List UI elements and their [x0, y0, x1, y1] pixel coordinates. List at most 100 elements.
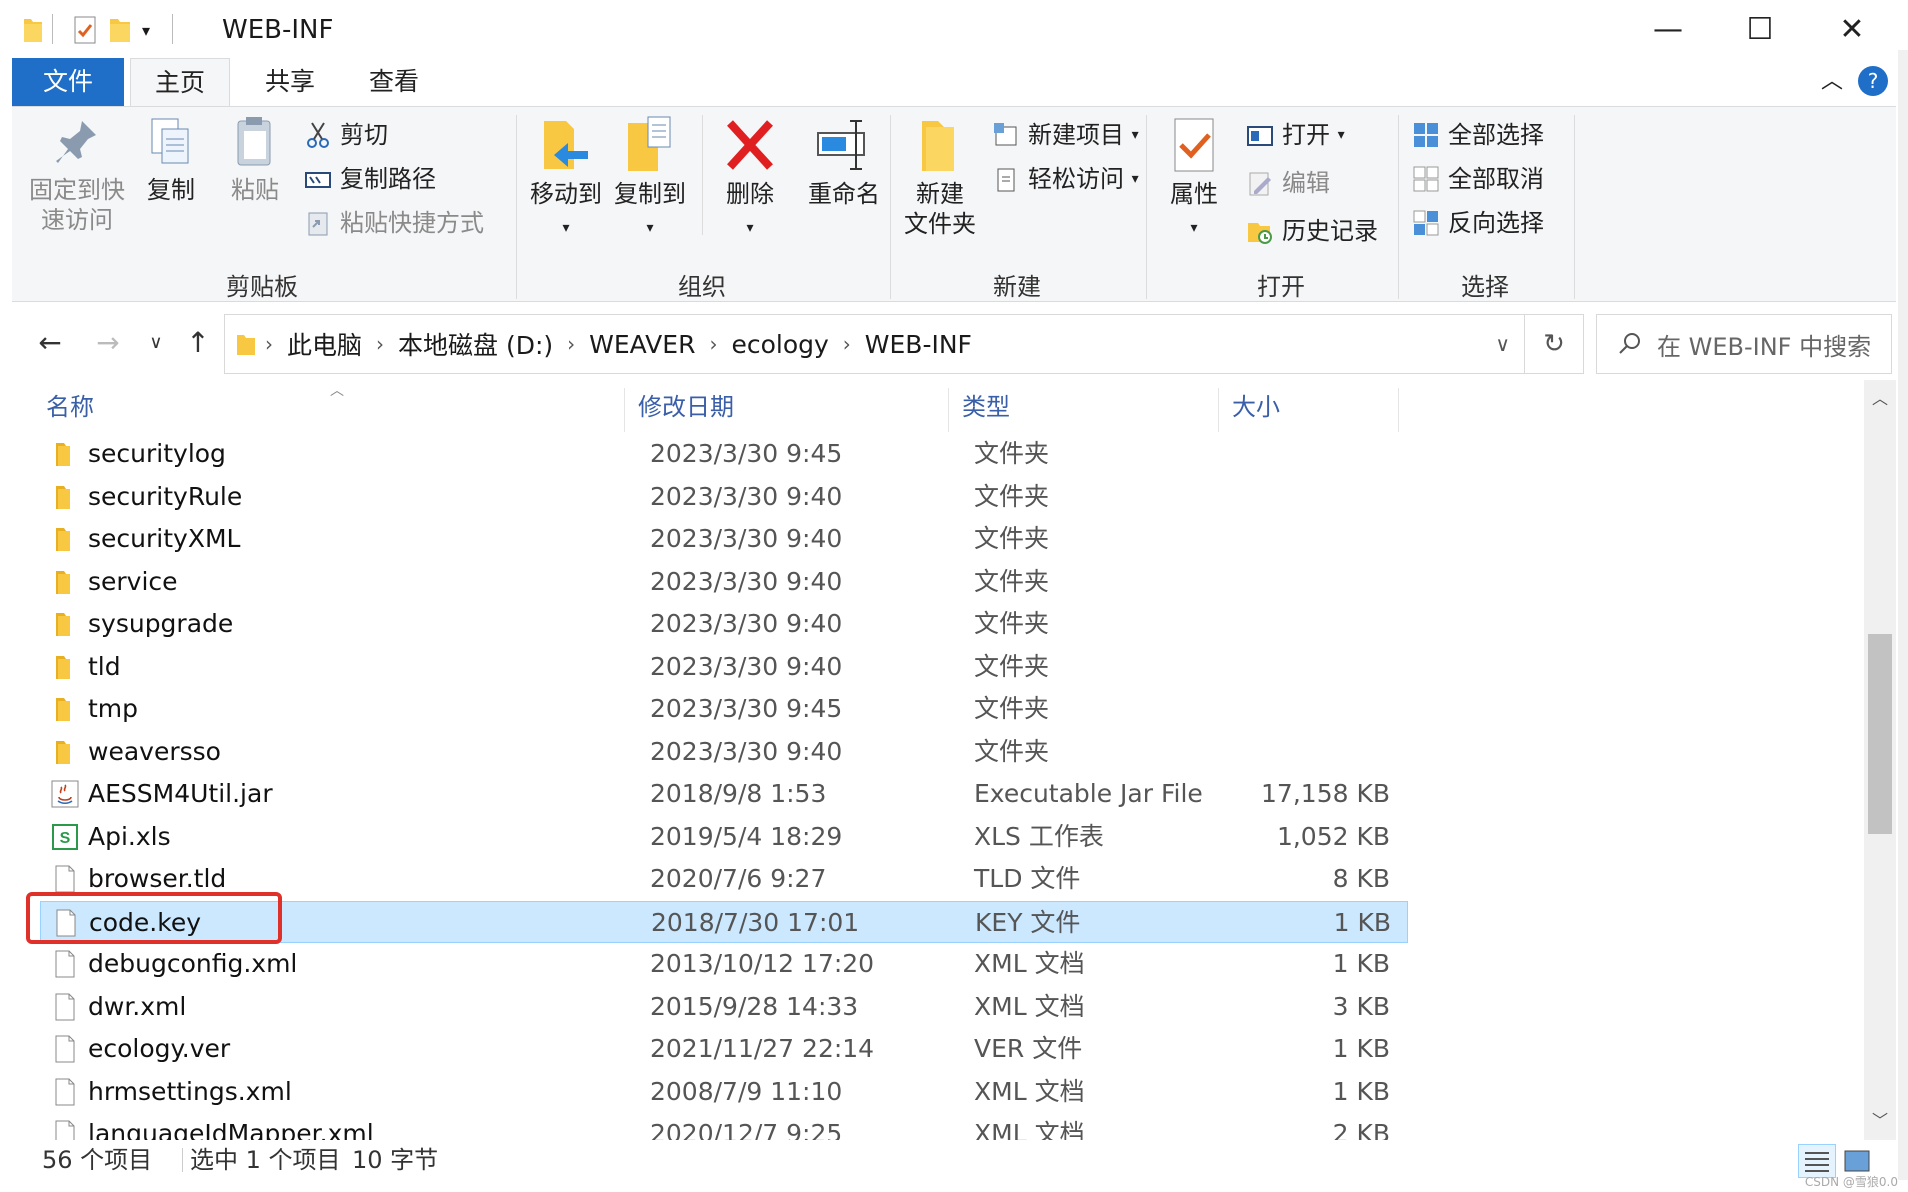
scroll-up-arrow-icon[interactable]: ︿: [1864, 384, 1896, 414]
file-row[interactable]: debugconfig.xml 2013/10/12 17:20 XML 文档 1 K…: [40, 943, 1408, 985]
folder-icon: [50, 609, 80, 639]
breadcrumb-web-inf[interactable]: WEB-INF: [865, 330, 972, 359]
collapse-ribbon-icon[interactable]: ︿: [1812, 58, 1852, 106]
file-row[interactable]: dwr.xml 2015/9/28 14:33 XML 文档 3 KB: [40, 986, 1408, 1028]
tab-view[interactable]: 查看: [344, 58, 444, 106]
breadcrumb-this-pc[interactable]: 此电脑: [287, 326, 362, 362]
file-name: dwr.xml: [88, 991, 187, 1021]
spreadsheet-file-icon: S: [50, 822, 80, 852]
recent-locations-dropdown[interactable]: ∨: [134, 320, 178, 364]
breadcrumb-ecology[interactable]: ecology: [731, 330, 828, 359]
file-name: securitylog: [88, 439, 226, 468]
address-history-dropdown-icon[interactable]: ∨: [1495, 332, 1510, 356]
file-type: Executable Jar File: [974, 779, 1203, 808]
search-placeholder: 在 WEB-INF 中搜索: [1657, 332, 1872, 361]
open-icon: [1247, 126, 1273, 146]
minimize-button[interactable]: —: [1622, 0, 1714, 58]
new-folder-button[interactable]: 新建 文件夹: [896, 115, 984, 239]
file-row[interactable]: AESSM4Util.jar 2018/9/8 1:53 Executable Ja…: [40, 773, 1408, 815]
file-type: 文件夹: [974, 651, 1050, 681]
scroll-down-arrow-icon[interactable]: ﹀: [1864, 1106, 1896, 1136]
file-type: XML 文档: [974, 991, 1085, 1021]
column-size[interactable]: 大小: [1220, 380, 1398, 434]
paste-icon: [237, 117, 271, 166]
file-type: 文件夹: [974, 439, 1050, 468]
select-all-button[interactable]: 全部选择: [1412, 117, 1544, 153]
file-row[interactable]: tld 2023/3/30 9:40 文件夹: [40, 646, 1408, 688]
file-row[interactable]: weaversso 2023/3/30 9:40 文件夹: [40, 731, 1408, 773]
help-icon[interactable]: ?: [1858, 66, 1888, 96]
maximize-button[interactable]: ☐: [1714, 0, 1806, 58]
pin-to-quick-access-button[interactable]: 固定到快 速访问: [24, 115, 130, 235]
file-row[interactable]: securityRule 2023/3/30 9:40 文件夹: [40, 476, 1408, 518]
column-name[interactable]: 名称: [34, 380, 628, 434]
tab-home[interactable]: 主页: [130, 58, 230, 107]
file-row[interactable]: ecology.ver 2021/11/27 22:14 VER 文件 1 KB: [40, 1028, 1408, 1070]
breadcrumb-drive-d[interactable]: 本地磁盘 (D:): [398, 326, 553, 362]
paste-button[interactable]: 粘贴: [222, 115, 288, 205]
column-date[interactable]: 修改日期: [626, 380, 946, 434]
copy-path-button[interactable]: 复制路径: [304, 161, 436, 197]
breadcrumb-weaver[interactable]: WEAVER: [589, 330, 695, 359]
move-to-button[interactable]: 移动到 ▾: [524, 115, 608, 243]
properties-icon: [1174, 118, 1214, 172]
back-button[interactable]: ←: [28, 320, 72, 364]
file-row[interactable]: securitylog 2023/3/30 9:45 文件夹: [40, 433, 1408, 475]
copy-to-button[interactable]: 复制到 ▾: [608, 115, 692, 243]
search-box[interactable]: 在 WEB-INF 中搜索: [1596, 314, 1892, 374]
file-name: securityXML: [88, 524, 241, 553]
close-button[interactable]: ✕: [1806, 0, 1898, 58]
file-type: 文件夹: [974, 566, 1050, 596]
properties-button[interactable]: 属性 ▾: [1156, 115, 1232, 243]
item-count: 56 个项目: [42, 1146, 153, 1174]
edit-button[interactable]: 编辑: [1246, 165, 1330, 201]
file-row[interactable]: languageIdMapper.xml 2020/12/7 9:25 XML 文档…: [40, 1113, 1408, 1140]
quick-access-dropdown-icon[interactable]: ▾: [142, 12, 150, 48]
file-row[interactable]: sysupgrade 2023/3/30 9:40 文件夹: [40, 603, 1408, 645]
properties-quick-icon[interactable]: [72, 12, 98, 48]
select-all-icon: [1414, 123, 1438, 147]
column-type[interactable]: 类型: [950, 380, 1216, 434]
up-button[interactable]: ↑: [176, 320, 220, 364]
file-row[interactable]: service 2023/3/30 9:40 文件夹: [40, 561, 1408, 603]
new-item-button[interactable]: 新建项目 ▾: [992, 117, 1139, 153]
file-name: securityRule: [88, 481, 243, 511]
rename-button[interactable]: 重命名: [792, 115, 896, 209]
forward-button[interactable]: →: [86, 320, 130, 364]
file-date: 2023/3/30 9:40: [650, 481, 843, 511]
new-folder-quick-icon[interactable]: [108, 12, 132, 48]
delete-button[interactable]: 删除 ▾: [712, 115, 788, 243]
file-row[interactable]: hrmsettings.xml 2008/7/9 11:10 XML 文档 1 KB: [40, 1071, 1408, 1113]
paste-shortcut-button[interactable]: 粘贴快捷方式: [304, 205, 484, 241]
pin-label-line1: 固定到快: [29, 176, 125, 204]
file-size: 1 KB: [1332, 1076, 1390, 1106]
selection-count: 选中 1 个项目: [190, 1146, 341, 1174]
refresh-button[interactable]: ↻: [1525, 329, 1583, 359]
invert-selection-button[interactable]: 反向选择: [1412, 205, 1544, 241]
open-button[interactable]: 打开 ▾: [1246, 117, 1345, 153]
easy-access-button[interactable]: 轻松访问 ▾: [992, 161, 1139, 197]
folder-icon: [22, 12, 44, 48]
file-date: 2020/12/7 9:25: [650, 1119, 843, 1140]
file-date: 2015/9/28 14:33: [650, 991, 859, 1021]
copy-button[interactable]: 复制: [138, 115, 204, 205]
file-date: 2023/3/30 9:40: [650, 566, 843, 596]
file-date: 2020/7/6 9:27: [650, 864, 827, 893]
vertical-scrollbar[interactable]: ︿ ﹀: [1864, 380, 1896, 1140]
file-size: 8 KB: [1332, 864, 1390, 893]
scrollbar-thumb[interactable]: [1868, 634, 1892, 834]
file-row[interactable]: tmp 2023/3/30 9:45 文件夹: [40, 688, 1408, 730]
file-row[interactable]: securityXML 2023/3/30 9:40 文件夹: [40, 518, 1408, 560]
history-button[interactable]: 历史记录: [1246, 213, 1378, 249]
file-date: 2019/5/4 18:29: [650, 821, 843, 851]
tab-file[interactable]: 文件: [12, 58, 124, 106]
address-bar[interactable]: › 此电脑 › 本地磁盘 (D:) › WEAVER › ecology › W…: [224, 314, 1584, 374]
file-icon: [50, 1034, 80, 1064]
cut-button[interactable]: 剪切: [304, 117, 388, 153]
select-none-button[interactable]: 全部取消: [1412, 161, 1544, 197]
background-edge: [1898, 50, 1908, 1180]
file-size: 1,052 KB: [1276, 821, 1390, 851]
tab-share[interactable]: 共享: [240, 58, 340, 106]
file-row[interactable]: S Api.xls 2019/5/4 18:29 XLS 工作表 1,052 KB: [40, 816, 1408, 858]
file-date: 2023/3/30 9:40: [650, 609, 843, 638]
